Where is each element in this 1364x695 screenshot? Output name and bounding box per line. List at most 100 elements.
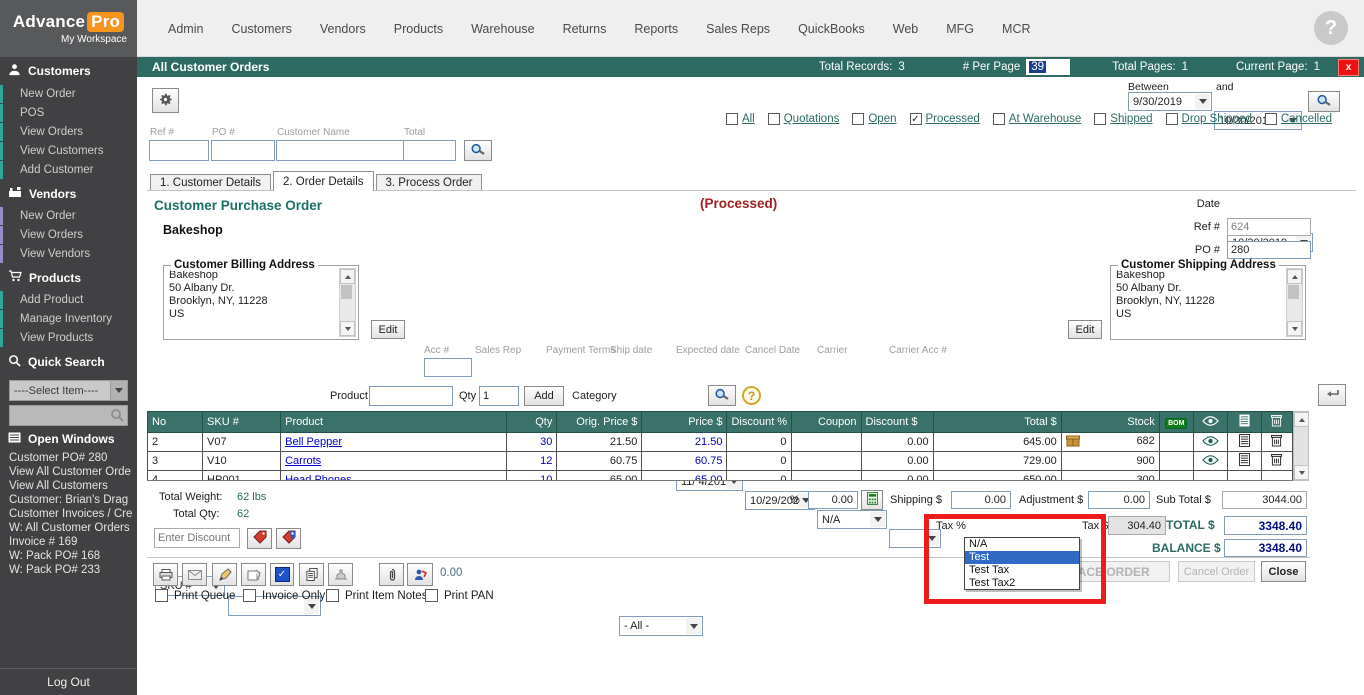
tab-order-details[interactable]: 2. Order Details <box>273 171 374 191</box>
help-icon[interactable]: ? <box>1314 11 1348 45</box>
shipping-address-scrollbar[interactable] <box>1286 268 1303 337</box>
tab-customer-details[interactable]: 1. Customer Details <box>150 174 271 191</box>
payment-button[interactable] <box>407 563 433 586</box>
item-notes-button[interactable] <box>1227 452 1261 471</box>
pct-input[interactable]: 0.00 <box>808 491 858 509</box>
product-entry-input[interactable] <box>369 386 453 406</box>
scroll-down-icon[interactable] <box>340 321 355 336</box>
sidebar-item-view-vendors[interactable]: View Vendors <box>0 245 137 263</box>
remove-discount-button[interactable] <box>276 528 301 549</box>
sidebar-item-view-orders[interactable]: View Orders <box>0 123 137 141</box>
ref-input[interactable]: 624 <box>1227 218 1311 236</box>
nav-customers[interactable]: Customers <box>231 22 291 36</box>
qty-entry-input[interactable]: 1 <box>479 386 519 406</box>
print-queue-checkbox[interactable] <box>155 589 168 602</box>
filter-search-button[interactable] <box>464 140 492 161</box>
open-window-item[interactable]: W: Pack PO# 168 <box>0 549 137 563</box>
status-processed-link[interactable]: Processed <box>926 113 980 125</box>
open-window-item[interactable]: Customer Invoices / Cre <box>0 507 137 521</box>
open-window-item[interactable]: View All Customer Orde <box>0 465 137 479</box>
select-all-button[interactable]: ✓ <box>270 563 294 586</box>
stamp-button[interactable] <box>328 563 353 586</box>
checkbox-open[interactable] <box>852 113 864 125</box>
sidebar-item-view-customers[interactable]: View Customers <box>0 142 137 160</box>
tax-option[interactable]: N/A <box>965 538 1079 551</box>
open-window-item[interactable]: W: All Customer Orders <box>0 521 137 535</box>
status-drop-shipped-link[interactable]: Drop Shipped <box>1182 113 1252 125</box>
sidebar-item-view-products[interactable]: View Products <box>0 329 137 347</box>
email-button[interactable] <box>182 563 207 586</box>
close-button[interactable]: Close <box>1261 561 1306 582</box>
status-quotations-link[interactable]: Quotations <box>784 113 840 125</box>
per-page-input[interactable]: 39 <box>1026 59 1070 75</box>
po-input[interactable]: 280 <box>1227 241 1311 259</box>
view-item-button[interactable] <box>1193 471 1227 482</box>
copy-button[interactable] <box>299 563 324 586</box>
carrier-select[interactable]: N/A <box>817 510 887 529</box>
items-table-scrollbar[interactable] <box>1293 411 1309 481</box>
logout-button[interactable]: Log Out <box>0 668 137 695</box>
delete-item-button[interactable] <box>1261 452 1292 471</box>
item-help-icon[interactable]: ? <box>742 386 761 405</box>
open-window-item[interactable]: Customer: Brian's Drag <box>0 493 137 507</box>
shipping-edit-button[interactable]: Edit <box>1068 320 1102 339</box>
category-select[interactable]: - All - <box>619 616 703 636</box>
open-window-item[interactable]: Customer PO# 280 <box>0 451 137 465</box>
cancel-order-button[interactable]: Cancel Order <box>1178 561 1255 582</box>
tax-option[interactable]: Test Tax2 <box>965 577 1079 590</box>
quick-search-select[interactable]: ----Select Item---- <box>9 380 128 401</box>
print-pan-checkbox[interactable] <box>425 589 438 602</box>
scroll-up-icon[interactable] <box>340 269 355 284</box>
adjustment-input[interactable]: 0.00 <box>1088 491 1150 509</box>
billing-edit-button[interactable]: Edit <box>371 320 405 339</box>
add-item-button[interactable]: Add <box>524 386 564 406</box>
tab-process-order[interactable]: 3. Process Order <box>376 174 483 191</box>
billing-address-scrollbar[interactable] <box>339 268 356 337</box>
date-from-select[interactable]: 9/30/2019 <box>1128 92 1212 111</box>
open-window-item[interactable]: Invoice # 169 <box>0 535 137 549</box>
nav-reports[interactable]: Reports <box>634 22 678 36</box>
sidebar-item-customers-new-order[interactable]: New Order <box>0 85 137 103</box>
item-notes-button[interactable] <box>1227 471 1261 482</box>
cancel-date-select[interactable]: 10/29/2020 <box>745 491 815 510</box>
invoice-only-checkbox[interactable] <box>243 589 256 602</box>
checkbox-drop-shipped[interactable] <box>1166 113 1178 125</box>
enter-button[interactable] <box>1318 384 1346 406</box>
quick-search-input[interactable] <box>9 405 128 426</box>
apply-discount-button[interactable] <box>247 528 272 549</box>
ref-filter-input[interactable] <box>149 140 209 161</box>
search-icon[interactable] <box>110 408 124 425</box>
status-cancelled-link[interactable]: Cancelled <box>1281 113 1332 125</box>
sidebar-item-pos[interactable]: POS <box>0 104 137 122</box>
delete-item-button[interactable] <box>1261 471 1292 482</box>
product-link[interactable]: Head Phones <box>285 474 352 481</box>
status-all-link[interactable]: All <box>742 113 755 125</box>
po-filter-input[interactable] <box>211 140 275 161</box>
date-search-button[interactable] <box>1308 91 1340 112</box>
nav-products[interactable]: Products <box>394 22 443 36</box>
checkbox-quotations[interactable] <box>768 113 780 125</box>
nav-sales-reps[interactable]: Sales Reps <box>706 22 770 36</box>
print-preview-button[interactable] <box>241 563 266 586</box>
sidebar-item-add-product[interactable]: Add Product <box>0 291 137 309</box>
enter-discount-input[interactable] <box>154 528 240 548</box>
nav-returns[interactable]: Returns <box>563 22 607 36</box>
nav-web[interactable]: Web <box>893 22 918 36</box>
scroll-down-icon[interactable] <box>1287 321 1302 336</box>
scroll-up-icon[interactable] <box>1294 412 1309 427</box>
sidebar-item-add-customer[interactable]: Add Customer <box>0 161 137 179</box>
product-link[interactable]: Carrots <box>285 455 321 467</box>
chevron-down-icon[interactable] <box>110 381 127 400</box>
total-filter-input[interactable] <box>403 140 456 161</box>
settings-button[interactable] <box>152 88 179 113</box>
customer-name-filter-input[interactable] <box>276 140 405 161</box>
signature-button[interactable] <box>212 563 237 586</box>
close-window-button[interactable]: x <box>1338 59 1359 76</box>
checkbox-at-warehouse[interactable] <box>993 113 1005 125</box>
scroll-down-icon[interactable] <box>1294 465 1309 480</box>
print-item-notes-checkbox[interactable] <box>326 589 339 602</box>
delete-item-button[interactable] <box>1261 433 1292 452</box>
checkbox-shipped[interactable] <box>1094 113 1106 125</box>
open-window-item[interactable]: View All Customers <box>0 479 137 493</box>
product-link[interactable]: Bell Pepper <box>285 436 342 448</box>
